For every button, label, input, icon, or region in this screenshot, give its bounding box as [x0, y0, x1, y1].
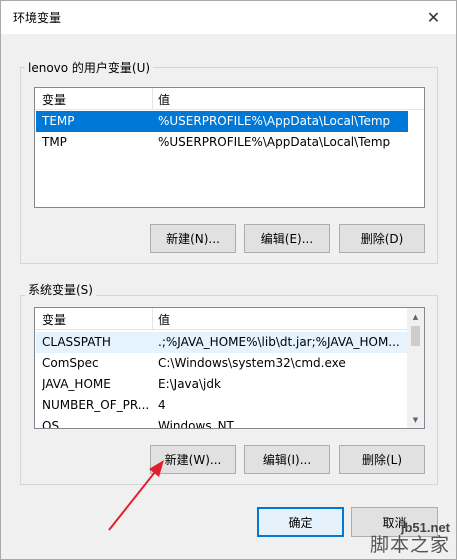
variable-name: TEMP	[42, 114, 75, 128]
system-delete-button[interactable]: 删除(L)	[339, 445, 425, 474]
watermark-text: 脚本之家	[369, 534, 450, 556]
table-row[interactable]: JAVA_HOME E:\Java\jdk	[36, 374, 407, 395]
button-label: 确定	[288, 515, 313, 530]
list-header: 变量 值	[35, 88, 424, 110]
variable-value: C:\Windows\system32\cmd.exe	[158, 356, 346, 370]
variable-value: E:\Java\jdk	[158, 377, 221, 391]
column-header-variable[interactable]: 变量	[42, 91, 66, 108]
variable-value: 4	[158, 398, 166, 412]
variable-name: CLASSPATH	[42, 335, 111, 349]
variable-name: ComSpec	[42, 356, 99, 370]
column-header-variable[interactable]: 变量	[42, 311, 66, 328]
variable-name: NUMBER_OF_PR...	[42, 398, 150, 412]
variable-value: %USERPROFILE%\AppData\Local\Temp	[158, 135, 391, 149]
column-header-value[interactable]: 值	[158, 311, 170, 328]
table-row[interactable]: TMP %USERPROFILE%\AppData\Local\Temp	[36, 132, 408, 153]
user-variables-list[interactable]: 变量 值 TEMP %USERPROFILE%\AppData\Local\Te…	[34, 87, 425, 208]
user-variables-label: lenovo 的用户变量(U)	[25, 59, 154, 76]
column-header-value[interactable]: 值	[158, 91, 170, 108]
column-separator[interactable]	[152, 88, 153, 110]
user-new-button[interactable]: 新建(N)...	[150, 224, 236, 253]
table-row[interactable]: NUMBER_OF_PR... 4	[36, 395, 407, 416]
table-row[interactable]: CLASSPATH .;%JAVA_HOME%\lib\dt.jar;%JAVA…	[36, 332, 407, 353]
variable-value: %USERPROFILE%\AppData\Local\Temp	[158, 114, 391, 128]
scroll-thumb[interactable]	[411, 326, 420, 346]
button-label: 编辑(E)...	[260, 232, 314, 246]
system-new-button[interactable]: 新建(W)...	[150, 445, 236, 474]
scroll-up-icon[interactable]: ▲	[407, 308, 424, 325]
table-row[interactable]: ComSpec C:\Windows\system32\cmd.exe	[36, 353, 407, 374]
button-label: 新建(N)...	[166, 232, 220, 246]
table-row[interactable]: OS Windows_NT	[36, 416, 407, 429]
user-edit-button[interactable]: 编辑(E)...	[244, 224, 330, 253]
system-variables-list[interactable]: 变量 值 CLASSPATH .;%JAVA_HOME%\lib\dt.jar;…	[34, 307, 425, 429]
list-header: 变量 值	[35, 308, 407, 330]
system-edit-button[interactable]: 编辑(I)...	[244, 445, 330, 474]
variable-name: TMP	[42, 135, 67, 149]
scroll-down-icon[interactable]: ▼	[407, 411, 424, 428]
button-label: 新建(W)...	[164, 453, 222, 467]
user-delete-button[interactable]: 删除(D)	[339, 224, 425, 253]
system-variables-label: 系统变量(S)	[25, 281, 96, 298]
button-label: 删除(L)	[361, 453, 403, 467]
button-label: 删除(D)	[360, 232, 404, 246]
variable-name: JAVA_HOME	[42, 377, 111, 391]
ok-button[interactable]: 确定	[257, 507, 344, 537]
variable-value: .;%JAVA_HOME%\lib\dt.jar;%JAVA_HOM...	[158, 335, 400, 349]
variable-value: Windows_NT	[158, 419, 234, 429]
close-button[interactable]: ✕	[411, 1, 456, 33]
close-icon: ✕	[426, 7, 441, 27]
variable-name: OS	[42, 419, 60, 429]
vertical-scrollbar[interactable]: ▲ ▼	[407, 308, 424, 428]
environment-variables-dialog: 环境变量 ✕ lenovo 的用户变量(U) 变量 值 TEMP %USERPR…	[0, 0, 457, 560]
column-separator[interactable]	[152, 308, 153, 330]
window-title: 环境变量	[13, 11, 62, 25]
table-row[interactable]: TEMP %USERPROFILE%\AppData\Local\Temp	[36, 111, 408, 132]
title-bar[interactable]: 环境变量 ✕	[1, 1, 456, 34]
button-label: 编辑(I)...	[262, 453, 312, 467]
